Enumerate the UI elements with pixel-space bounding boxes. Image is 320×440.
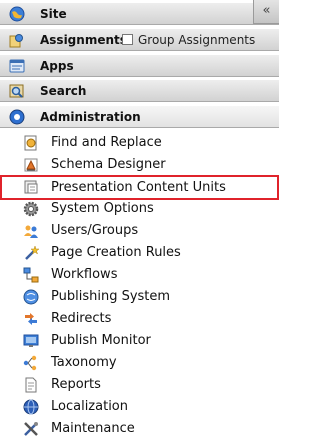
admin-item-presentation-content-units[interactable]: Presentation Content Units [0,175,279,200]
admin-item-label: System Options [51,201,154,216]
admin-item-label: Redirects [51,311,112,326]
users-icon [24,225,38,238]
collapse-panel-button[interactable]: « [253,0,279,24]
assignments-icon [9,34,23,48]
search-icon [9,84,24,98]
section-site[interactable]: Site [0,3,279,25]
admin-item-maintenance[interactable]: Maintenance [0,418,279,440]
admin-item-publish-monitor[interactable]: Publish Monitor [0,330,279,352]
section-apps[interactable]: Apps [0,55,279,77]
section-administration-label: Administration [40,110,141,124]
maintenance-icon [24,422,38,436]
globe-icon [9,6,25,22]
presentation-icon [24,180,38,194]
admin-item-taxonomy[interactable]: Taxonomy [0,352,279,374]
group-assignments-label[interactable]: Group Assignments [138,33,255,47]
admin-item-publishing-system[interactable]: Publishing System [0,286,279,308]
admin-item-label: Schema Designer [51,157,166,172]
admin-item-label: Presentation Content Units [51,180,226,195]
admin-item-localization[interactable]: Localization [0,396,279,418]
apps-icon [9,59,25,73]
admin-item-label: Localization [51,399,128,414]
admin-item-users-groups[interactable]: Users/Groups [0,220,279,242]
section-assignments[interactable]: Assignments Group Assignments [0,29,279,51]
publishing-icon [23,289,39,305]
section-search-label: Search [40,84,87,98]
section-administration[interactable]: Administration [0,106,279,128]
admin-item-workflows[interactable]: Workflows [0,264,279,286]
admin-item-label: Users/Groups [51,223,139,238]
navigation-panel: Site « Assignments Group Assignments App… [0,0,279,440]
section-search[interactable]: Search [0,80,279,102]
admin-item-label: Find and Replace [51,135,162,150]
admin-item-find-and-replace[interactable]: Find and Replace [0,132,279,154]
group-assignments-checkbox[interactable] [122,34,133,45]
admin-item-redirects[interactable]: Redirects [0,308,279,330]
monitor-icon [23,334,39,347]
section-assignments-label: Assignments [40,33,127,47]
admin-item-schema-designer[interactable]: Schema Designer [0,154,279,176]
admin-item-label: Publishing System [51,289,171,304]
admin-item-reports[interactable]: Reports [0,374,279,396]
admin-item-page-creation-rules[interactable]: Page Creation Rules [0,242,279,264]
admin-item-label: Maintenance [51,421,135,436]
admin-item-label: Page Creation Rules [51,245,181,260]
section-apps-label: Apps [40,59,74,73]
wand-icon [25,245,39,260]
admin-item-label: Reports [51,377,101,392]
admin-item-label: Workflows [51,267,118,282]
admin-item-label: Publish Monitor [51,333,151,348]
admin-item-system-options[interactable]: System Options [0,198,279,220]
workflow-icon [23,267,39,283]
report-icon [25,377,37,393]
gear-icon [23,201,39,217]
section-site-label: Site [40,7,67,21]
find-replace-icon [24,135,37,151]
admin-item-label: Taxonomy [51,355,117,370]
redirect-icon [25,313,37,325]
administration-icon [9,109,25,125]
localization-icon [23,399,39,415]
schema-designer-icon [24,158,38,172]
taxonomy-icon [23,355,37,371]
